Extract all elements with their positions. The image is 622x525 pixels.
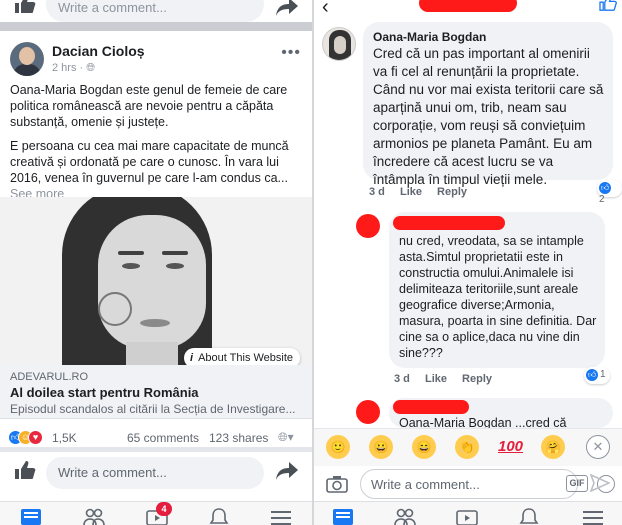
post-paragraph: E persoana cu cea mai mare capacitate de…	[10, 138, 308, 202]
hundred-emoji-button[interactable]: 100	[498, 435, 523, 459]
like-icon[interactable]	[14, 460, 40, 484]
love-reaction-icon: ♥	[28, 430, 43, 445]
like-reaction-icon: 👍︎	[599, 182, 611, 194]
comment-like-count[interactable]: 👍︎ 1	[584, 367, 610, 384]
reply-composer: Write a comment... GIF	[314, 466, 622, 502]
back-arrow-icon[interactable]: ‹	[322, 0, 329, 19]
comment-text: Cred că un pas important al omenirii va …	[373, 46, 604, 187]
reply-button[interactable]: Reply	[437, 186, 467, 198]
smile-emoji-button[interactable]: 😄	[412, 435, 436, 459]
gif-button[interactable]: GIF	[566, 475, 588, 492]
comment-time: 3 d	[394, 373, 410, 385]
share-icon[interactable]	[276, 462, 302, 482]
redaction-mark	[356, 214, 380, 238]
comment-input-placeholder: Write a comment...	[371, 477, 480, 492]
clap-emoji-button[interactable]: 👏	[455, 435, 479, 459]
post-body: Oana-Maria Bogdan este genul de femeie d…	[10, 82, 308, 202]
comment-bubble: nu cred, vreodata, sa se intample asta.S…	[389, 212, 605, 368]
comments-pane: ‹ Oana-Maria Bogdan Cred că un pas impor…	[314, 0, 622, 525]
close-icon[interactable]: ✕	[586, 435, 610, 459]
comment-text: nu cred, vreodata, sa se intample asta.S…	[399, 234, 597, 360]
friends-icon[interactable]	[394, 508, 418, 525]
bottom-tab-bar	[314, 501, 622, 525]
link-title: Al doilea start pentru România	[10, 385, 199, 400]
post-paragraph: Oana-Maria Bogdan este genul de femeie d…	[10, 83, 288, 129]
like-reaction-icon: 👍︎	[586, 369, 598, 381]
redaction-mark	[356, 400, 380, 424]
menu-icon[interactable]	[582, 508, 606, 525]
friends-icon[interactable]	[83, 508, 107, 525]
watch-notification-badge: 4	[156, 502, 172, 516]
comment-bubble: Oana-Maria Bogdan Cred că un pas importa…	[363, 22, 613, 187]
like-count: 1	[600, 369, 606, 380]
info-icon: i	[190, 352, 194, 364]
comment-composer: Write a comment...	[0, 452, 313, 494]
like-icon[interactable]	[599, 0, 617, 11]
comment-actions: 3 d Like Reply	[369, 186, 479, 198]
comment-input[interactable]: Write a comment...	[46, 457, 264, 489]
slight-smile-emoji-button[interactable]: 🙂	[326, 435, 350, 459]
comment-bubble: Oana-Maria Bogdan ...cred că	[389, 398, 613, 428]
post-author[interactable]: Dacian Cioloș	[52, 43, 145, 59]
share-count[interactable]: 123 shares	[209, 431, 268, 445]
comment-input[interactable]: Write a comment...	[46, 0, 264, 22]
avatar[interactable]	[10, 42, 44, 76]
facebook-post-pane: Write a comment... Dacian Cioloș 2 hrs ·…	[0, 0, 313, 525]
comment-like-count[interactable]: 👍︎2	[597, 180, 622, 205]
redaction-mark	[419, 0, 517, 12]
comment-author[interactable]: Oana-Maria Bogdan	[373, 30, 486, 44]
notifications-icon[interactable]	[208, 508, 232, 525]
grin-emoji-button[interactable]: 😀	[369, 435, 393, 459]
avatar[interactable]	[322, 27, 356, 61]
reply-button[interactable]: Reply	[462, 373, 492, 385]
link-preview-image[interactable]: i About This Website	[0, 197, 313, 365]
feed-separator	[0, 22, 313, 31]
reaction-count: 1,5K	[52, 431, 77, 445]
menu-icon[interactable]	[270, 508, 294, 525]
comment-count[interactable]: 65 comments	[127, 431, 199, 445]
link-domain: ADEVARUL.RO	[10, 371, 89, 383]
like-button[interactable]: Like	[425, 373, 447, 385]
post-time: 2 hrs	[52, 62, 77, 74]
comments-header: ‹	[314, 0, 622, 18]
share-icon[interactable]	[276, 0, 302, 18]
comment-actions: 3 d Like Reply	[394, 373, 504, 385]
post-timestamp: 2 hrs · 🌐︎	[52, 62, 96, 74]
like-button[interactable]: Like	[400, 186, 422, 198]
notifications-icon[interactable]	[518, 508, 542, 525]
redaction-mark	[393, 216, 505, 230]
post-paragraph-text: E persoana cu cea mai mare capacitate de…	[10, 139, 289, 185]
news-feed-icon[interactable]	[20, 508, 44, 525]
emoji-suggestion-bar: 🙂 😀 😄 👏 100 🤗 ✕	[314, 428, 622, 466]
link-preview[interactable]: ADEVARUL.RO Al doilea start pentru Român…	[0, 365, 313, 419]
camera-icon[interactable]	[326, 475, 348, 493]
globe-icon: 🌐︎	[86, 62, 96, 74]
hug-emoji-button[interactable]: 🤗	[541, 435, 565, 459]
news-feed-icon[interactable]	[332, 508, 356, 525]
link-description: Episodul scandalos al citării la Secția …	[10, 402, 296, 416]
bottom-tab-bar: 4	[0, 501, 313, 525]
redaction-mark	[393, 400, 469, 414]
comment-time: 3 d	[369, 186, 385, 198]
post-header: Dacian Cioloș 2 hrs · 🌐︎ •••	[0, 36, 313, 80]
reactions-summary[interactable]: 👍︎ ☺︎ ♥ 1,5K 65 comments 123 shares 🌐︎▾	[8, 429, 308, 447]
watch-icon[interactable]	[456, 508, 480, 525]
comment-input[interactable]: Write a comment... GIF	[360, 469, 615, 499]
previous-post-comment-bar: Write a comment...	[0, 0, 313, 24]
send-icon[interactable]	[589, 473, 612, 494]
comment-text: Oana-Maria Bogdan ...cred că	[399, 416, 567, 428]
about-website-button[interactable]: i About This Website	[184, 348, 300, 365]
about-website-label: About This Website	[198, 352, 294, 364]
audience-chevron-icon[interactable]: 🌐︎▾	[278, 430, 294, 445]
like-count: 2	[599, 194, 605, 205]
more-options-button[interactable]: •••	[281, 44, 301, 62]
like-icon[interactable]	[14, 0, 40, 18]
